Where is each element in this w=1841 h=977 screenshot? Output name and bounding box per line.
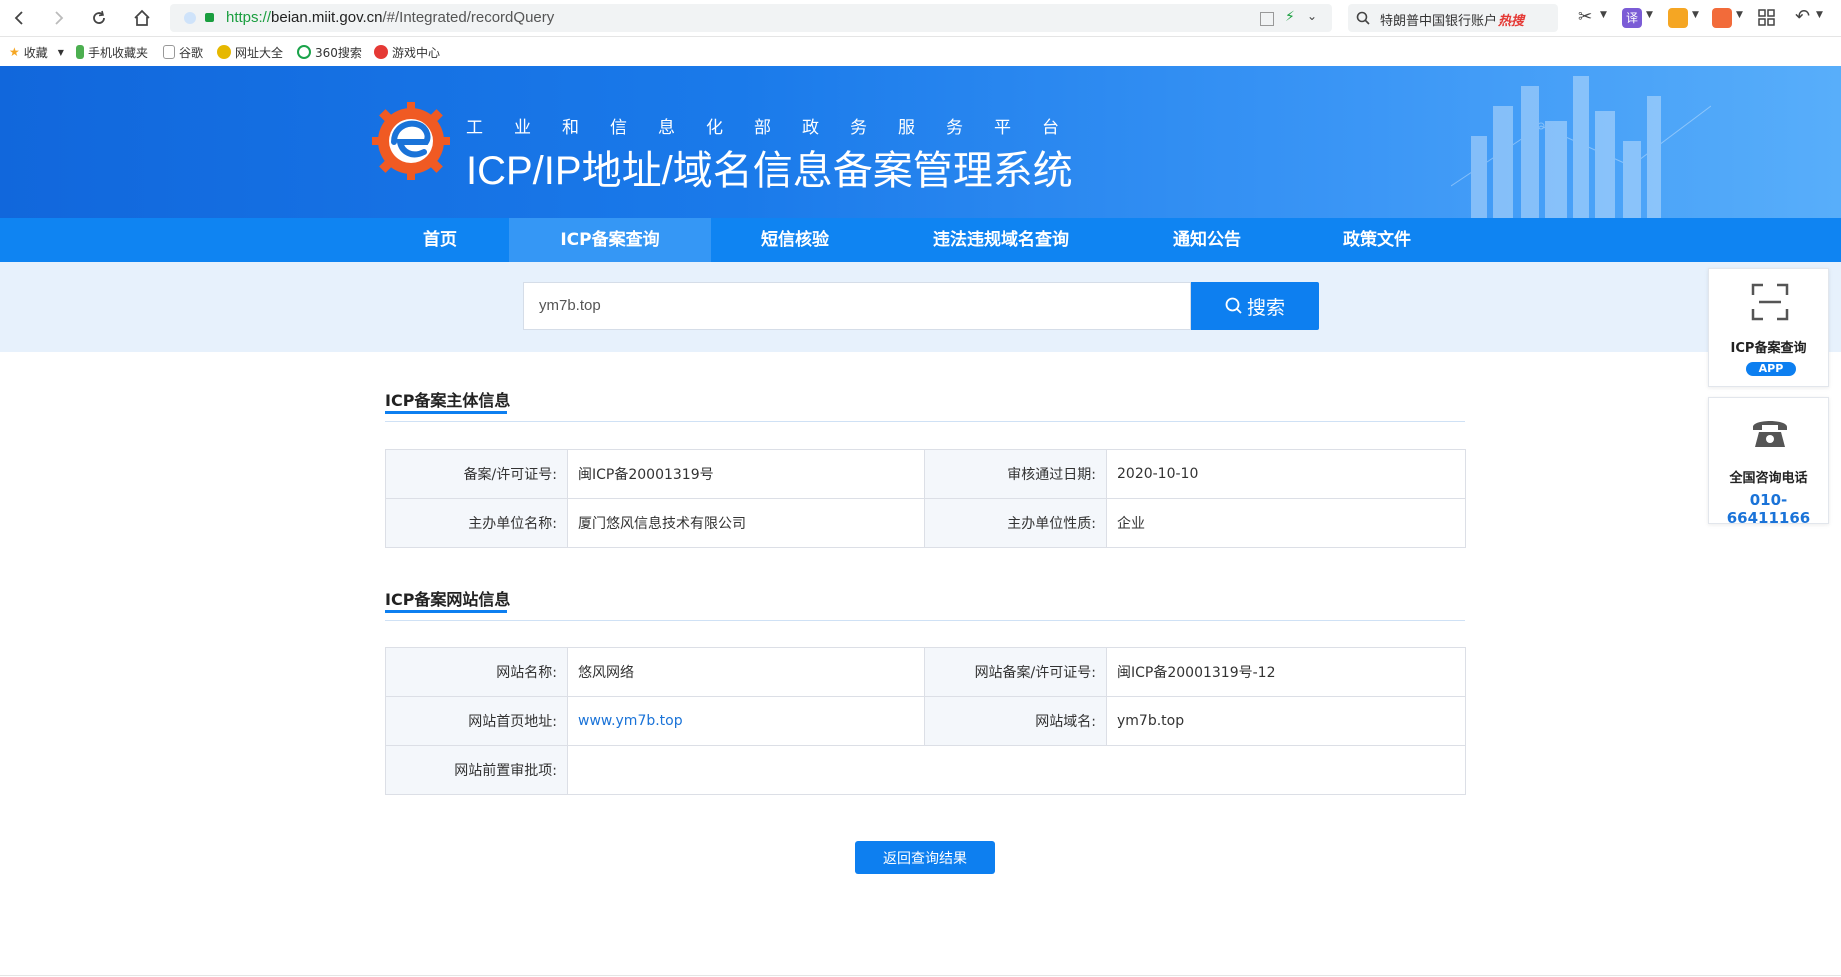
search-icon [1356, 10, 1370, 29]
lock-icon [205, 13, 214, 22]
approval-date-value: 2020-10-10 [1106, 449, 1466, 499]
license-number-label: 备案/许可证号: [385, 449, 568, 499]
website-section-title: ICP备案网站信息 [385, 590, 511, 609]
app-download-card[interactable]: ICP备案查询 APP [1708, 268, 1829, 387]
nav-icp-query[interactable]: ICP备案查询 [509, 218, 711, 262]
license-number-value: 闽ICP备20001319号 [567, 449, 925, 499]
reader-mode-icon[interactable] [1260, 12, 1274, 26]
table-row: 网站名称: 悠风网络 网站备案/许可证号: 闽ICP备20001319号-12 [385, 647, 1466, 697]
domain-label: 网站域名: [924, 696, 1107, 746]
approval-date-label: 审核通过日期: [924, 449, 1107, 499]
chevron-down-icon[interactable]: ▼ [1692, 10, 1699, 20]
bookmark-360search[interactable]: 360搜索 [297, 44, 362, 60]
bookmark-favorites[interactable]: ★ 收藏 ▼ [9, 44, 64, 60]
subject-section-title: ICP备案主体信息 [385, 391, 511, 410]
nav-home[interactable]: 首页 [375, 218, 505, 262]
page-bottom-divider [0, 975, 1841, 976]
forward-icon[interactable] [46, 6, 70, 30]
website-license-label: 网站备案/许可证号: [924, 647, 1107, 697]
chevron-down-icon[interactable]: ⌄ [1307, 9, 1317, 23]
system-title: ICP/IP地址/域名信息备案管理系统 [466, 149, 1073, 193]
back-icon[interactable] [8, 6, 32, 30]
star-icon: ★ [9, 45, 20, 59]
table-row: 网站前置审批项: [385, 745, 1466, 795]
url-text: https://beian.miit.gov.cn/#/Integrated/r… [226, 9, 555, 26]
main-navigation: 首页 ICP备案查询 短信核验 违法违规域名查询 通知公告 政策文件 [0, 218, 1841, 262]
scissors-icon[interactable]: ✂ [1578, 7, 1592, 27]
hotline-card: 全国咨询电话 010-66411166 [1708, 397, 1829, 527]
section-divider [385, 421, 1465, 422]
website-license-value: 闽ICP备20001319号-12 [1106, 647, 1466, 697]
chevron-down-icon[interactable]: ▼ [1600, 10, 1607, 20]
page-icon [163, 45, 175, 59]
section-underline [385, 411, 507, 414]
table-row: 主办单位名称: 厦门悠风信息技术有限公司 主办单位性质: 企业 [385, 498, 1466, 548]
browser-toolbar: https://beian.miit.gov.cn/#/Integrated/r… [0, 0, 1841, 37]
bolt-icon[interactable]: ⚡ [1285, 9, 1295, 25]
chevron-down-icon[interactable]: ▼ [1816, 10, 1823, 20]
table-row: 网站首页地址: www.ym7b.top 网站域名: ym7b.top [385, 696, 1466, 746]
game-icon [374, 45, 388, 59]
bookmarks-bar: ★ 收藏 ▼ 手机收藏夹 谷歌 网址大全 360搜索 游戏中心 [0, 37, 1841, 67]
website-name-value: 悠风网络 [567, 647, 925, 697]
nav-announcements[interactable]: 通知公告 [1142, 218, 1272, 262]
chevron-down-icon[interactable]: ▼ [1646, 10, 1653, 20]
section-underline [385, 610, 507, 613]
homepage-url-link[interactable]: www.ym7b.top [578, 713, 683, 729]
undo-icon[interactable]: ↶ [1795, 6, 1810, 27]
globe-icon [217, 45, 231, 59]
pre-approval-value [567, 745, 1466, 795]
reload-icon[interactable] [87, 6, 111, 30]
homepage-url-label: 网站首页地址: [385, 696, 568, 746]
back-to-results-button[interactable]: 返回查询结果 [855, 841, 995, 874]
nav-sms-verify[interactable]: 短信核验 [730, 218, 860, 262]
chevron-down-icon: ▼ [57, 47, 64, 57]
domain-value: ym7b.top [1106, 696, 1466, 746]
hot-search-box[interactable]: 特朗普中国银行账户 热搜 [1348, 4, 1558, 32]
hotline-label: 全国咨询电话 [1729, 471, 1808, 486]
search-input[interactable]: ym7b.top [523, 282, 1191, 330]
address-bar[interactable]: https://beian.miit.gov.cn/#/Integrated/r… [170, 4, 1332, 32]
platform-subtitle: 工业和信息化部政务服务平台 [466, 118, 1090, 138]
nav-policy-docs[interactable]: 政策文件 [1312, 218, 1442, 262]
homepage-url-cell: www.ym7b.top [567, 696, 925, 746]
home-icon[interactable] [130, 6, 154, 30]
section-divider [385, 620, 1465, 621]
hotline-number[interactable]: 010-66411166 [1709, 491, 1828, 527]
chevron-down-icon[interactable]: ▼ [1736, 10, 1743, 20]
hot-search-badge: 热搜 [1498, 14, 1525, 29]
phone-icon [76, 45, 84, 59]
search-360-icon [297, 45, 311, 59]
miit-logo-icon [372, 102, 450, 180]
translate-icon[interactable]: 译 [1622, 8, 1642, 28]
organizer-type-label: 主办单位性质: [924, 498, 1107, 548]
coupon-icon[interactable] [1668, 8, 1688, 28]
bookmark-hao123[interactable]: 网址大全 [217, 44, 283, 60]
organizer-name-value: 厦门悠风信息技术有限公司 [567, 498, 925, 548]
game-extension-icon[interactable] [1712, 8, 1732, 28]
website-name-label: 网站名称: [385, 647, 568, 697]
bookmark-mobile[interactable]: 手机收藏夹 [76, 44, 148, 60]
table-row: 备案/许可证号: 闽ICP备20001319号 审核通过日期: 2020-10-… [385, 449, 1466, 499]
organizer-type-value: 企业 [1106, 498, 1466, 548]
organizer-name-label: 主办单位名称: [385, 498, 568, 548]
search-button[interactable]: 搜索 [1191, 282, 1319, 330]
hot-search-text: 特朗普中国银行账户 [1380, 14, 1498, 29]
bookmark-game-center[interactable]: 游戏中心 [374, 44, 440, 60]
app-card-label: ICP备案查询 [1730, 341, 1807, 356]
nav-illegal-domain-query[interactable]: 违法违规域名查询 [905, 218, 1097, 262]
apps-grid-icon[interactable] [1758, 9, 1776, 31]
pre-approval-label: 网站前置审批项: [385, 745, 568, 795]
site-favicon-icon [184, 12, 196, 24]
app-badge: APP [1746, 362, 1796, 376]
website-info-table: 网站名称: 悠风网络 网站备案/许可证号: 闽ICP备20001319号-12 … [385, 647, 1466, 795]
city-skyline-decoration [1451, 76, 1711, 218]
search-icon [1225, 297, 1242, 314]
scan-icon [1751, 283, 1789, 321]
subject-info-table: 备案/许可证号: 闽ICP备20001319号 审核通过日期: 2020-10-… [385, 449, 1466, 548]
telephone-icon [1753, 421, 1787, 447]
bookmark-google[interactable]: 谷歌 [163, 44, 203, 60]
site-header: 工业和信息化部政务服务平台 ICP/IP地址/域名信息备案管理系统 [0, 66, 1841, 218]
